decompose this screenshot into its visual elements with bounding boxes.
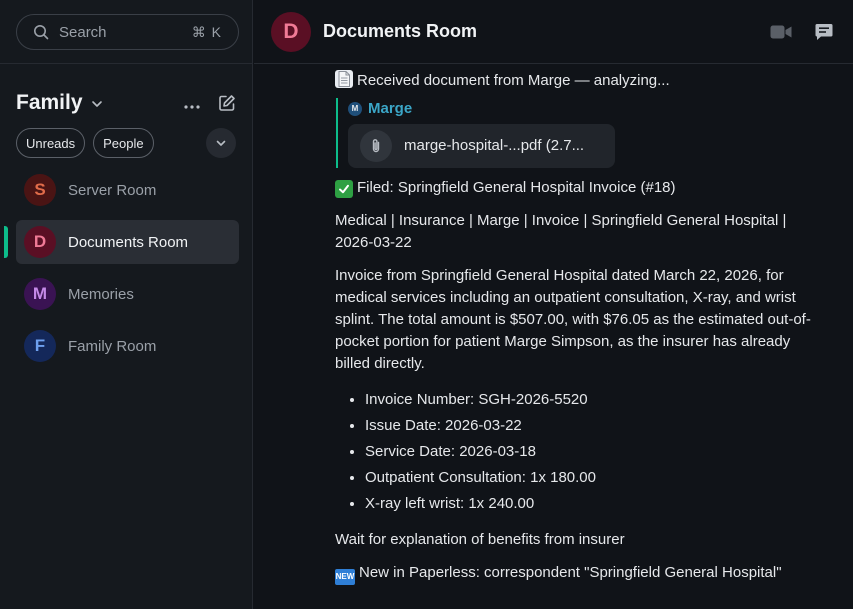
received-message: Received document from Marge — analyzing… <box>335 70 820 92</box>
room-list-panel: Search ⌘ K Family Unreads People S Serve… <box>0 0 253 609</box>
summary-text: Invoice from Springfield General Hospita… <box>335 267 811 372</box>
invoice-details: Invoice Number: SGH-2026-5520 Issue Date… <box>335 387 820 517</box>
search-placeholder: Search <box>59 23 107 41</box>
search-area: Search ⌘ K <box>0 0 252 64</box>
message-timeline: Received document from Marge — analyzing… <box>335 64 820 585</box>
sender-name: Marge <box>368 100 413 117</box>
room-title[interactable]: Documents Room <box>323 21 477 42</box>
search-input[interactable]: Search ⌘ K <box>16 14 239 50</box>
active-room-indicator <box>4 226 8 258</box>
file-name: marge-hospital-...pdf (2.7... <box>404 137 585 154</box>
search-shortcut: ⌘ K <box>191 23 222 40</box>
more-icon[interactable] <box>184 93 200 114</box>
chevron-down-icon <box>216 140 226 146</box>
room-header: D Documents Room <box>254 0 853 64</box>
list-item: Service Date: 2026-03-18 <box>365 439 820 465</box>
avatar: F <box>24 330 56 362</box>
attachment-icon <box>360 130 392 162</box>
file-attachment[interactable]: marge-hospital-...pdf (2.7... <box>348 124 615 168</box>
chevron-down-icon[interactable] <box>91 98 103 110</box>
room-item-documents-room[interactable]: D Documents Room <box>4 220 239 264</box>
reply-quote[interactable]: M Marge marge-hospital-...pdf (2.7... <box>336 98 820 168</box>
room-name: Family Room <box>68 337 157 355</box>
sender-avatar: M <box>348 102 362 116</box>
room-item-memories[interactable]: M Memories <box>16 272 239 316</box>
space-name[interactable]: Family <box>16 91 83 115</box>
space-header: Family <box>0 64 252 120</box>
list-item: Outpatient Consultation: 1x 180.00 <box>365 465 820 491</box>
list-item: Invoice Number: SGH-2026-5520 <box>365 387 820 413</box>
room-name: Memories <box>68 285 134 303</box>
compose-icon[interactable] <box>218 94 236 112</box>
filed-text: Filed: Springfield General Hospital Invo… <box>357 179 676 196</box>
list-item: Issue Date: 2026-03-22 <box>365 413 820 439</box>
room-item-family-room[interactable]: F Family Room <box>16 324 239 368</box>
avatar: D <box>24 226 56 258</box>
room-avatar[interactable]: D <box>271 11 311 52</box>
video-call-icon[interactable] <box>770 24 792 40</box>
avatar: S <box>24 174 56 206</box>
room-item-server-room[interactable]: S Server Room <box>16 168 239 212</box>
filed-message: Filed: Springfield General Hospital Invo… <box>335 177 820 199</box>
room-list: S Server Room D Documents Room M Memorie… <box>0 168 252 376</box>
note-text: Wait for explanation of benefits from in… <box>335 531 625 548</box>
search-icon <box>34 25 49 40</box>
check-icon <box>335 180 353 198</box>
new-message: NEW New in Paperless: correspondent "Spri… <box>335 562 820 585</box>
room-filters: Unreads People <box>0 120 252 158</box>
document-icon <box>335 70 353 88</box>
new-text: New in Paperless: correspondent "Springf… <box>359 564 782 581</box>
header-actions <box>770 22 853 42</box>
filter-unreads[interactable]: Unreads <box>16 128 86 158</box>
new-icon: NEW <box>335 569 355 585</box>
threads-icon[interactable] <box>814 22 834 42</box>
list-item: X-ray left wrist: 1x 240.00 <box>365 491 820 517</box>
quote-sender: M Marge <box>348 98 820 120</box>
received-text: Received document from Marge — analyzing… <box>357 72 670 89</box>
room-name: Server Room <box>68 181 157 199</box>
expand-filters-button[interactable] <box>206 128 236 158</box>
tags-text: Medical | Insurance | Marge | Invoice | … <box>335 212 787 251</box>
avatar: M <box>24 278 56 310</box>
room-name: Documents Room <box>68 233 189 251</box>
filter-people[interactable]: People <box>93 128 154 158</box>
